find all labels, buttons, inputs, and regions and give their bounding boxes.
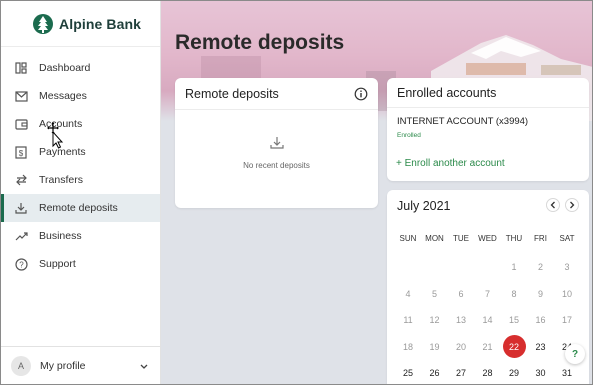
calendar-day[interactable]: 21 <box>475 336 501 358</box>
sidebar-item-payments[interactable]: $ Payments <box>1 138 160 166</box>
brand-logo[interactable]: Alpine Bank <box>33 12 141 36</box>
card-title: Enrolled accounts <box>397 85 497 100</box>
card-title: Remote deposits <box>185 86 279 101</box>
calendar-day[interactable]: 8 <box>501 283 527 305</box>
profile-menu[interactable]: A My profile <box>1 346 160 384</box>
chevron-down-icon <box>140 360 148 372</box>
calendar-day[interactable]: 17 <box>554 309 580 331</box>
empty-state: No recent deposits <box>175 136 378 171</box>
calendar-day[interactable]: 12 <box>422 309 448 331</box>
sidebar-item-transfers[interactable]: Transfers <box>1 166 160 194</box>
trending-up-icon <box>14 229 28 243</box>
app-window: Alpine Bank Dashboard Messages Accounts … <box>0 0 593 385</box>
calendar-day[interactable]: 4 <box>395 283 421 305</box>
calendar-day[interactable]: 11 <box>395 309 421 331</box>
calendar-weekday-label: THU <box>505 234 523 243</box>
calendar-day[interactable]: 28 <box>475 362 501 384</box>
card-header: Remote deposits <box>175 78 378 110</box>
calendar-day[interactable]: 31 <box>554 362 580 384</box>
calendar-day[interactable]: 20 <box>448 336 474 358</box>
divider <box>1 46 160 47</box>
calendar-weekday-label: WED <box>478 234 497 243</box>
page-title: Remote deposits <box>175 31 345 54</box>
brand-name: Alpine Bank <box>59 16 142 32</box>
chevron-left-icon <box>550 201 555 209</box>
calendar-day[interactable]: 14 <box>475 309 501 331</box>
calendar-weekday-label: TUE <box>453 234 469 243</box>
download-icon <box>14 201 28 215</box>
sidebar-item-label: Business <box>39 230 82 242</box>
calendar-card: July 2021 SUN MON TUE WED THU FRI SAT 1 2 3 4 5 6 7 8 9… <box>387 190 589 384</box>
sidebar-nav: Dashboard Messages Accounts $ Payments T… <box>1 54 160 278</box>
sidebar-item-accounts[interactable]: Accounts <box>1 110 160 138</box>
status-badge: Enrolled <box>397 132 421 139</box>
info-icon[interactable] <box>354 87 368 101</box>
calendar-day[interactable]: 13 <box>448 309 474 331</box>
dollar-icon: $ <box>14 145 28 159</box>
svg-text:?: ? <box>19 260 24 269</box>
account-name: INTERNET ACCOUNT (x3994) <box>397 116 529 127</box>
help-circle-icon: ? <box>14 257 28 271</box>
calendar-day[interactable]: 25 <box>395 362 421 384</box>
calendar-day[interactable]: 23 <box>528 336 554 358</box>
transfer-arrows-icon <box>14 173 28 187</box>
calendar-day[interactable]: 7 <box>475 283 501 305</box>
calendar-weekday-label: SAT <box>559 234 575 243</box>
enrolled-accounts-card: Enrolled accounts INTERNET ACCOUNT (x399… <box>387 78 589 181</box>
profile-label: My profile <box>40 359 86 372</box>
sidebar-item-label: Transfers <box>39 174 83 186</box>
main-content: Remote deposits Remote deposits No recen… <box>161 1 592 384</box>
dashboard-icon <box>14 61 28 75</box>
remote-deposits-card: Remote deposits No recent deposits <box>175 78 378 208</box>
calendar-day[interactable]: 15 <box>501 309 527 331</box>
next-month-button[interactable] <box>565 198 579 212</box>
wallet-icon <box>14 117 28 131</box>
sidebar-item-support[interactable]: ? Support <box>1 250 160 278</box>
calendar-weekday-label: SUN <box>399 234 417 243</box>
avatar: A <box>11 355 31 376</box>
sidebar-item-business[interactable]: Business <box>1 222 160 250</box>
card-header: Enrolled accounts <box>387 78 589 108</box>
calendar-day[interactable]: 2 <box>528 256 554 278</box>
calendar-day[interactable]: 29 <box>501 362 527 384</box>
sidebar-item-label: Messages <box>39 90 87 102</box>
sidebar-item-messages[interactable]: Messages <box>1 82 160 110</box>
sidebar-item-remote-deposits[interactable]: Remote deposits <box>1 194 160 222</box>
sidebar-item-label: Support <box>39 258 76 270</box>
calendar-day[interactable]: 1 <box>501 256 527 278</box>
empty-state-text: No recent deposits <box>243 161 310 170</box>
pine-tree-logo-icon <box>33 14 53 34</box>
help-button[interactable]: ? <box>565 344 585 364</box>
sidebar-item-label: Dashboard <box>39 62 91 74</box>
calendar-day[interactable]: 10 <box>554 283 580 305</box>
calendar-weekday-label: MON <box>425 234 444 243</box>
calendar-weekday-label: FRI <box>534 234 547 243</box>
calendar-day-today[interactable]: 22 <box>501 336 527 358</box>
move-cursor-icon <box>47 122 64 149</box>
calendar-day[interactable]: 6 <box>448 283 474 305</box>
enroll-account-link[interactable]: + Enroll another account <box>396 158 505 169</box>
calendar-day[interactable]: 18 <box>395 336 421 358</box>
calendar-day[interactable]: 3 <box>554 256 580 278</box>
calendar-month-label: July 2021 <box>397 199 451 213</box>
previous-month-button[interactable] <box>546 198 560 212</box>
sidebar: Alpine Bank Dashboard Messages Accounts … <box>1 1 161 384</box>
mail-icon <box>14 89 28 103</box>
chevron-right-icon <box>570 201 575 209</box>
sidebar-item-dashboard[interactable]: Dashboard <box>1 54 160 82</box>
calendar-day[interactable]: 16 <box>528 309 554 331</box>
calendar-day[interactable]: 5 <box>422 283 448 305</box>
calendar-day[interactable]: 26 <box>422 362 448 384</box>
calendar-day[interactable]: 27 <box>448 362 474 384</box>
svg-text:$: $ <box>19 149 24 158</box>
sidebar-item-label: Remote deposits <box>39 202 118 214</box>
calendar-day[interactable]: 30 <box>528 362 554 384</box>
calendar-day[interactable]: 9 <box>528 283 554 305</box>
calendar-day[interactable]: 19 <box>422 336 448 358</box>
download-tray-icon <box>269 136 284 150</box>
